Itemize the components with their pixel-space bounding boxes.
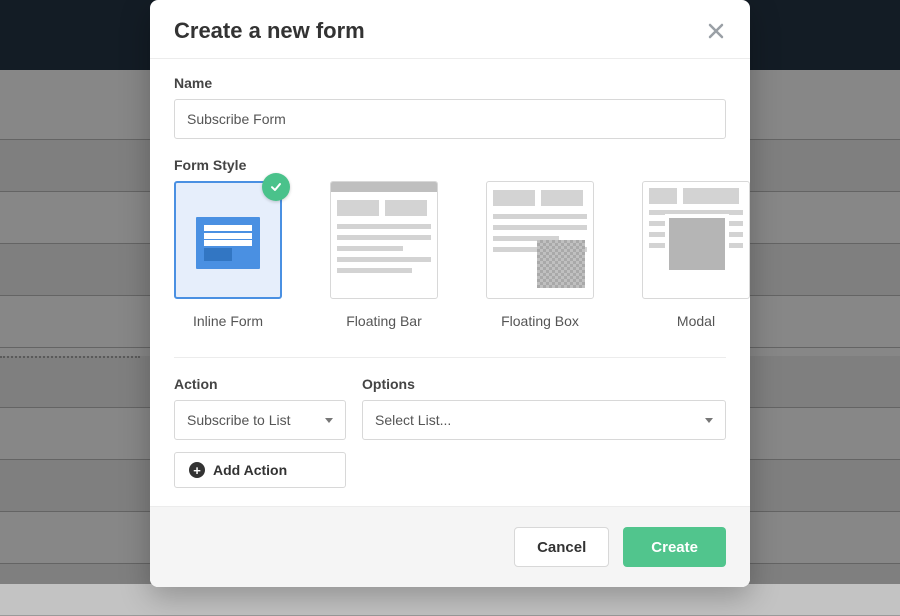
style-option-floating-bar[interactable]: Floating Bar (330, 181, 438, 329)
style-option-label: Modal (677, 313, 715, 329)
modal-body: Name Form Style Inline Form (150, 59, 750, 506)
caret-down-icon (325, 418, 333, 423)
form-style-label: Form Style (174, 157, 726, 173)
name-label: Name (174, 75, 726, 91)
caret-down-icon (705, 418, 713, 423)
add-action-button[interactable]: Add Action (174, 452, 346, 488)
modal-header: Create a new form (150, 0, 750, 59)
style-option-floating-box[interactable]: Floating Box (486, 181, 594, 329)
check-icon (262, 173, 290, 201)
close-button[interactable] (706, 21, 726, 41)
options-select-placeholder: Select List... (375, 412, 451, 428)
divider (174, 357, 726, 358)
form-style-options: Inline Form Floating Bar (174, 181, 726, 329)
options-label: Options (362, 376, 726, 392)
style-option-inline-form[interactable]: Inline Form (174, 181, 282, 329)
create-button[interactable]: Create (623, 527, 726, 567)
style-option-label: Floating Box (501, 313, 579, 329)
modal-footer: Cancel Create (150, 506, 750, 587)
style-option-modal[interactable]: Modal (642, 181, 750, 329)
name-input[interactable] (174, 99, 726, 139)
plus-circle-icon (189, 462, 205, 478)
action-label: Action (174, 376, 346, 392)
create-form-modal: Create a new form Name Form Style (150, 0, 750, 587)
modal-title: Create a new form (174, 18, 365, 44)
action-select-value: Subscribe to List (187, 412, 291, 428)
close-icon (706, 21, 726, 41)
action-select[interactable]: Subscribe to List (174, 400, 346, 440)
add-action-label: Add Action (213, 462, 287, 478)
options-select[interactable]: Select List... (362, 400, 726, 440)
cancel-button[interactable]: Cancel (514, 527, 609, 567)
style-option-label: Floating Bar (346, 313, 421, 329)
style-option-label: Inline Form (193, 313, 263, 329)
